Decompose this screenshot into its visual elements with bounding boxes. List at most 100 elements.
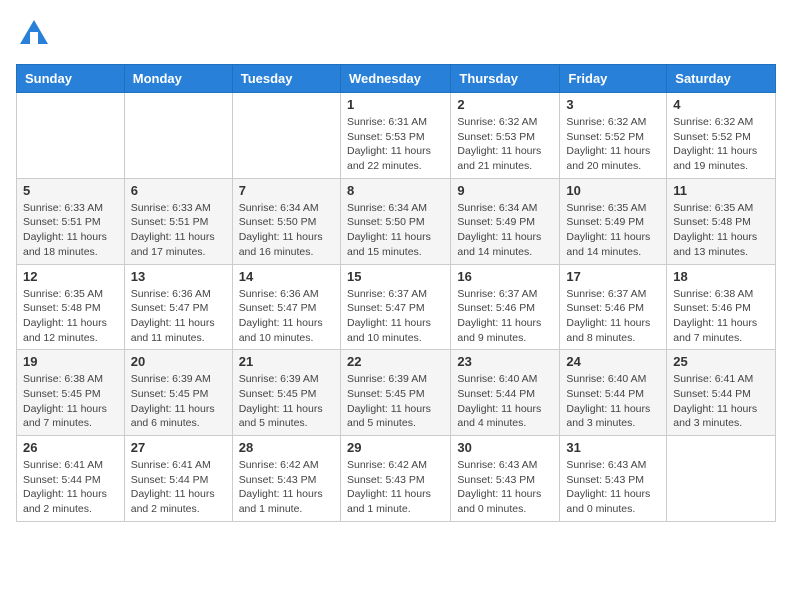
calendar-cell	[232, 93, 340, 179]
cell-day-number: 16	[457, 269, 553, 284]
cell-day-number: 2	[457, 97, 553, 112]
cell-day-number: 14	[239, 269, 334, 284]
cell-sun-info: Sunrise: 6:39 AMSunset: 5:45 PMDaylight:…	[239, 372, 334, 431]
calendar-cell: 9 Sunrise: 6:34 AMSunset: 5:49 PMDaylight…	[451, 178, 560, 264]
weekday-header: Saturday	[667, 65, 776, 93]
calendar-week-row: 12 Sunrise: 6:35 AMSunset: 5:48 PMDayligh…	[17, 264, 776, 350]
cell-sun-info: Sunrise: 6:39 AMSunset: 5:45 PMDaylight:…	[347, 372, 444, 431]
cell-day-number: 19	[23, 354, 118, 369]
calendar-cell: 13 Sunrise: 6:36 AMSunset: 5:47 PMDayligh…	[124, 264, 232, 350]
cell-sun-info: Sunrise: 6:33 AMSunset: 5:51 PMDaylight:…	[23, 201, 118, 260]
cell-sun-info: Sunrise: 6:33 AMSunset: 5:51 PMDaylight:…	[131, 201, 226, 260]
calendar-cell: 14Sunrise: 6:36 AMSunset: 5:47 PMDayligh…	[232, 264, 340, 350]
cell-day-number: 1	[347, 97, 444, 112]
cell-day-number: 4	[673, 97, 769, 112]
cell-day-number: 31	[566, 440, 660, 455]
calendar-cell: 10Sunrise: 6:35 AMSunset: 5:49 PMDayligh…	[560, 178, 667, 264]
cell-day-number: 23	[457, 354, 553, 369]
cell-sun-info: Sunrise: 6:37 AMSunset: 5:46 PMDaylight:…	[457, 287, 553, 346]
cell-day-number: 15	[347, 269, 444, 284]
page-header	[16, 16, 776, 52]
calendar-cell: 2 Sunrise: 6:32 AMSunset: 5:53 PMDaylight…	[451, 93, 560, 179]
cell-day-number: 12	[23, 269, 118, 284]
cell-day-number: 20	[131, 354, 226, 369]
cell-day-number: 6	[131, 183, 226, 198]
calendar-cell: 15 Sunrise: 6:37 AMSunset: 5:47 PMDayligh…	[340, 264, 450, 350]
calendar-cell	[17, 93, 125, 179]
cell-day-number: 8	[347, 183, 444, 198]
calendar-cell	[124, 93, 232, 179]
logo	[16, 16, 56, 52]
cell-sun-info: Sunrise: 6:36 AMSunset: 5:47 PMDaylight:…	[131, 287, 226, 346]
calendar-cell: 27 Sunrise: 6:41 AMSunset: 5:44 PMDayligh…	[124, 436, 232, 522]
weekday-header: Tuesday	[232, 65, 340, 93]
cell-sun-info: Sunrise: 6:32 AMSunset: 5:52 PMDaylight:…	[566, 115, 660, 174]
cell-sun-info: Sunrise: 6:32 AMSunset: 5:52 PMDaylight:…	[673, 115, 769, 174]
cell-sun-info: Sunrise: 6:32 AMSunset: 5:53 PMDaylight:…	[457, 115, 553, 174]
cell-sun-info: Sunrise: 6:37 AMSunset: 5:47 PMDaylight:…	[347, 287, 444, 346]
calendar-cell: 6 Sunrise: 6:33 AMSunset: 5:51 PMDaylight…	[124, 178, 232, 264]
cell-sun-info: Sunrise: 6:39 AMSunset: 5:45 PMDaylight:…	[131, 372, 226, 431]
calendar-cell: 7Sunrise: 6:34 AMSunset: 5:50 PMDaylight…	[232, 178, 340, 264]
cell-day-number: 27	[131, 440, 226, 455]
cell-day-number: 25	[673, 354, 769, 369]
cell-day-number: 11	[673, 183, 769, 198]
cell-day-number: 5	[23, 183, 118, 198]
calendar-cell: 17 Sunrise: 6:37 AMSunset: 5:46 PMDayligh…	[560, 264, 667, 350]
calendar-cell: 20 Sunrise: 6:39 AMSunset: 5:45 PMDayligh…	[124, 350, 232, 436]
cell-sun-info: Sunrise: 6:34 AMSunset: 5:50 PMDaylight:…	[239, 201, 334, 260]
cell-sun-info: Sunrise: 6:40 AMSunset: 5:44 PMDaylight:…	[457, 372, 553, 431]
cell-day-number: 26	[23, 440, 118, 455]
calendar-cell: 4 Sunrise: 6:32 AMSunset: 5:52 PMDaylight…	[667, 93, 776, 179]
calendar-cell: 5 Sunrise: 6:33 AMSunset: 5:51 PMDaylight…	[17, 178, 125, 264]
cell-sun-info: Sunrise: 6:41 AMSunset: 5:44 PMDaylight:…	[673, 372, 769, 431]
calendar-cell: 30 Sunrise: 6:43 AMSunset: 5:43 PMDayligh…	[451, 436, 560, 522]
cell-day-number: 9	[457, 183, 553, 198]
calendar-cell: 26Sunrise: 6:41 AMSunset: 5:44 PMDayligh…	[17, 436, 125, 522]
calendar-cell: 31 Sunrise: 6:43 AMSunset: 5:43 PMDayligh…	[560, 436, 667, 522]
cell-sun-info: Sunrise: 6:40 AMSunset: 5:44 PMDaylight:…	[566, 372, 660, 431]
cell-day-number: 3	[566, 97, 660, 112]
calendar-cell: 25 Sunrise: 6:41 AMSunset: 5:44 PMDayligh…	[667, 350, 776, 436]
cell-sun-info: Sunrise: 6:42 AMSunset: 5:43 PMDaylight:…	[239, 458, 334, 517]
cell-sun-info: Sunrise: 6:43 AMSunset: 5:43 PMDaylight:…	[457, 458, 553, 517]
weekday-header: Wednesday	[340, 65, 450, 93]
calendar-cell: 22 Sunrise: 6:39 AMSunset: 5:45 PMDayligh…	[340, 350, 450, 436]
calendar-cell: 18 Sunrise: 6:38 AMSunset: 5:46 PMDayligh…	[667, 264, 776, 350]
calendar-cell: 24Sunrise: 6:40 AMSunset: 5:44 PMDayligh…	[560, 350, 667, 436]
cell-sun-info: Sunrise: 6:42 AMSunset: 5:43 PMDaylight:…	[347, 458, 444, 517]
cell-day-number: 17	[566, 269, 660, 284]
cell-day-number: 29	[347, 440, 444, 455]
weekday-header: Monday	[124, 65, 232, 93]
logo-icon	[16, 16, 52, 52]
calendar-week-row: 19 Sunrise: 6:38 AMSunset: 5:45 PMDayligh…	[17, 350, 776, 436]
cell-sun-info: Sunrise: 6:38 AMSunset: 5:45 PMDaylight:…	[23, 372, 118, 431]
calendar-cell: 28 Sunrise: 6:42 AMSunset: 5:43 PMDayligh…	[232, 436, 340, 522]
calendar-cell: 11Sunrise: 6:35 AMSunset: 5:48 PMDayligh…	[667, 178, 776, 264]
cell-day-number: 13	[131, 269, 226, 284]
cell-sun-info: Sunrise: 6:35 AMSunset: 5:48 PMDaylight:…	[23, 287, 118, 346]
cell-day-number: 18	[673, 269, 769, 284]
calendar-cell: 19 Sunrise: 6:38 AMSunset: 5:45 PMDayligh…	[17, 350, 125, 436]
calendar-cell: 16 Sunrise: 6:37 AMSunset: 5:46 PMDayligh…	[451, 264, 560, 350]
weekday-header: Friday	[560, 65, 667, 93]
calendar-cell: 21 Sunrise: 6:39 AMSunset: 5:45 PMDayligh…	[232, 350, 340, 436]
calendar-table: SundayMondayTuesdayWednesdayThursdayFrid…	[16, 64, 776, 522]
cell-sun-info: Sunrise: 6:37 AMSunset: 5:46 PMDaylight:…	[566, 287, 660, 346]
cell-day-number: 10	[566, 183, 660, 198]
calendar-week-row: 26 Sunrise: 6:41 AMSunset: 5:44 PMDayligh…	[17, 436, 776, 522]
calendar-header-row: SundayMondayTuesdayWednesdayThursdayFrid…	[17, 65, 776, 93]
cell-day-number: 28	[239, 440, 334, 455]
cell-sun-info: Sunrise: 6:34 AMSunset: 5:49 PMDaylight:…	[457, 201, 553, 260]
calendar-cell	[667, 436, 776, 522]
cell-sun-info: Sunrise: 6:41 AMSunset: 5:44 PMDaylight:…	[131, 458, 226, 517]
cell-sun-info: Sunrise: 6:31 AMSunset: 5:53 PMDaylight:…	[347, 115, 444, 174]
cell-day-number: 30	[457, 440, 553, 455]
calendar-week-row: 1 Sunrise: 6:31 AMSunset: 5:53 PMDaylight…	[17, 93, 776, 179]
cell-day-number: 22	[347, 354, 444, 369]
cell-day-number: 21	[239, 354, 334, 369]
cell-sun-info: Sunrise: 6:43 AMSunset: 5:43 PMDaylight:…	[566, 458, 660, 517]
cell-sun-info: Sunrise: 6:38 AMSunset: 5:46 PMDaylight:…	[673, 287, 769, 346]
calendar-cell: 1 Sunrise: 6:31 AMSunset: 5:53 PMDaylight…	[340, 93, 450, 179]
weekday-header: Sunday	[17, 65, 125, 93]
